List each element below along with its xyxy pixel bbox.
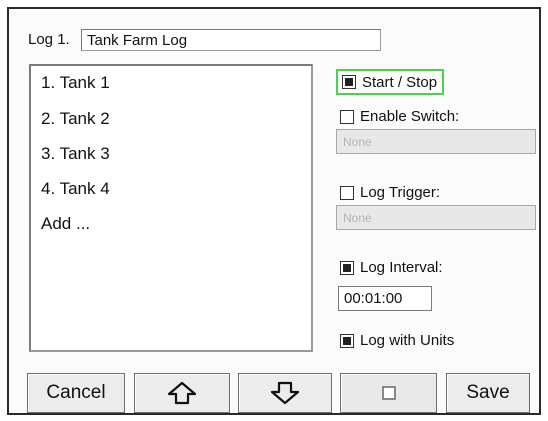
enable-switch-label: Enable Switch: [360, 108, 460, 125]
add-list-item[interactable]: Add ... [41, 214, 90, 234]
move-up-button[interactable] [134, 373, 230, 413]
square-icon [381, 386, 396, 400]
log-number-label: Log 1. [28, 31, 70, 48]
log-trigger-checkbox[interactable]: Log Trigger: [340, 184, 440, 201]
checkbox-unchecked-icon [340, 185, 354, 200]
log-with-units-checkbox[interactable]: Log with Units [340, 332, 454, 349]
checkbox-checked-icon [340, 333, 354, 348]
start-stop-label: Start / Stop [362, 73, 438, 91]
list-item[interactable]: 1. Tank 1 [41, 73, 110, 93]
arrow-down-icon [270, 381, 300, 405]
save-button[interactable]: Save [446, 373, 530, 413]
arrow-up-icon [167, 381, 197, 405]
log-name-field[interactable]: Tank Farm Log [81, 29, 381, 51]
log-interval-checkbox[interactable]: Log Interval: [340, 259, 443, 276]
start-stop-checkbox[interactable]: Start / Stop [336, 69, 445, 95]
list-item[interactable]: 2. Tank 2 [41, 109, 110, 129]
checkbox-checked-icon [342, 75, 356, 89]
move-down-button[interactable] [238, 373, 332, 413]
cancel-button[interactable]: Cancel [27, 373, 125, 413]
list-item[interactable]: 3. Tank 3 [41, 144, 110, 164]
log-interval-input[interactable]: 00:01:00 [338, 286, 432, 311]
log-config-window: Log 1. Tank Farm Log 1. Tank 1 2. Tank 2… [7, 7, 541, 415]
log-trigger-label: Log Trigger: [360, 184, 441, 201]
log-trigger-select: None [336, 205, 536, 230]
tank-list[interactable]: 1. Tank 1 2. Tank 2 3. Tank 3 4. Tank 4 … [29, 64, 313, 352]
list-item[interactable]: 4. Tank 4 [41, 179, 110, 199]
log-with-units-label: Log with Units [360, 332, 455, 349]
enable-switch-checkbox[interactable]: Enable Switch: [340, 108, 459, 125]
enable-switch-select: None [336, 129, 536, 154]
toggle-button[interactable] [340, 373, 437, 413]
checkbox-checked-icon [340, 260, 354, 275]
log-interval-label: Log Interval: [360, 259, 443, 276]
checkbox-unchecked-icon [340, 109, 354, 124]
